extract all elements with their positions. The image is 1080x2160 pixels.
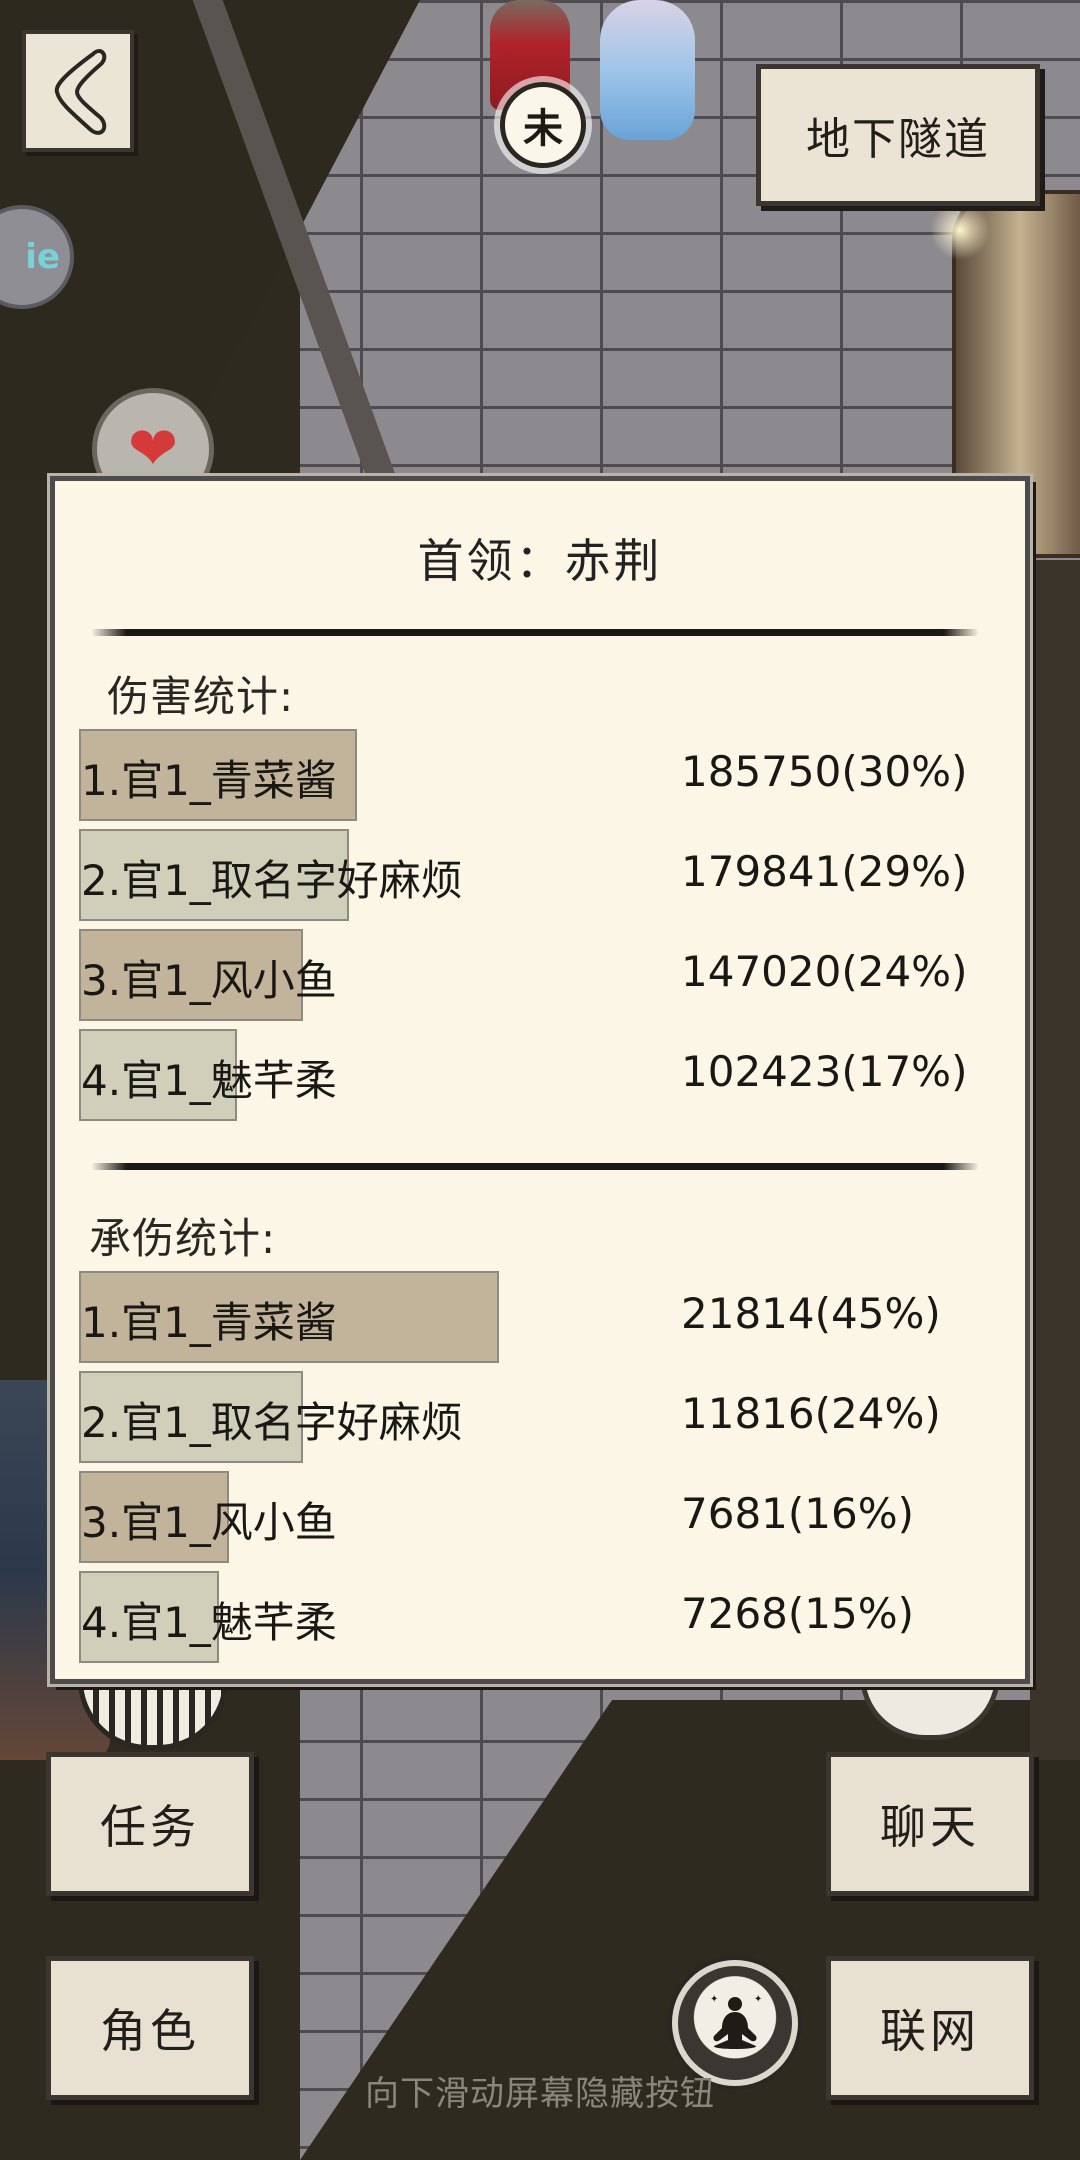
npc-blue-dressed[interactable] bbox=[600, 0, 695, 140]
chat-label: 聊天 bbox=[880, 1800, 980, 1854]
damage-row: 3.官1_风小鱼 147020(24%) bbox=[79, 929, 999, 1021]
boss-label: 首领： bbox=[417, 534, 565, 588]
damage-row: 2.官1_取名字好麻烦 179841(29%) bbox=[79, 829, 999, 921]
player-name: 1.官1_青菜酱 bbox=[81, 1298, 337, 1347]
damage-value: 147020(24%) bbox=[681, 947, 968, 996]
tank-value: 21814(45%) bbox=[681, 1289, 941, 1338]
npc-badge-glyph: 未 bbox=[523, 106, 563, 152]
player-name: 1.官1_青菜酱 bbox=[81, 756, 337, 805]
player-name: 2.官1_取名字好麻烦 bbox=[81, 1398, 463, 1447]
player-name: 4.官1_魅芊柔 bbox=[81, 1598, 337, 1647]
back-button[interactable] bbox=[22, 30, 134, 152]
damage-value: 102423(17%) bbox=[681, 1047, 968, 1096]
boss-name: 赤荆 bbox=[564, 534, 663, 588]
svg-text:✦: ✦ bbox=[710, 1994, 718, 2005]
damage-row: 4.官1_魅芊柔 102423(17%) bbox=[79, 1029, 999, 1121]
tank-value: 11816(24%) bbox=[681, 1389, 941, 1438]
dark-wall-right bbox=[1030, 560, 1080, 1760]
player-name: 3.官1_风小鱼 bbox=[81, 1498, 337, 1547]
divider-top bbox=[91, 629, 979, 636]
player-name: 4.官1_魅芊柔 bbox=[81, 1056, 337, 1105]
tank-stats-title: 承伤统计: bbox=[89, 1214, 277, 1263]
quest-label: 任务 bbox=[100, 1800, 200, 1854]
tank-value: 7268(15%) bbox=[681, 1589, 915, 1638]
heart-icon: ❤ bbox=[127, 414, 179, 484]
player-name: 3.官1_风小鱼 bbox=[81, 956, 337, 1005]
meditate-icon: ✦ ✦ bbox=[710, 1994, 762, 2049]
location-button[interactable]: 地下隧道 bbox=[756, 64, 1040, 206]
damage-value: 179841(29%) bbox=[681, 847, 968, 896]
tank-row: 4.官1_魅芊柔 7268(15%) bbox=[79, 1571, 999, 1663]
player-name: 2.官1_取名字好麻烦 bbox=[81, 856, 463, 905]
character-label: 角色 bbox=[100, 2004, 200, 2058]
svg-text:✦: ✦ bbox=[754, 1994, 762, 2005]
divider-middle bbox=[91, 1163, 979, 1170]
tank-value: 7681(16%) bbox=[681, 1489, 915, 1538]
network-label: 联网 bbox=[880, 2004, 980, 2058]
npc-badge[interactable]: 未 bbox=[500, 82, 586, 168]
tank-row: 3.官1_风小鱼 7681(16%) bbox=[79, 1471, 999, 1563]
damage-stats-title: 伤害统计: bbox=[107, 672, 295, 721]
boss-title: 首领：赤荆 bbox=[55, 525, 1025, 591]
boss-stats-panel: 首领：赤荆 伤害统计: 1.官1_青菜酱 185750(30%) 2.官1_取名… bbox=[50, 476, 1030, 1684]
quest-button[interactable]: 任务 bbox=[46, 1752, 254, 1896]
side-orb-text: ie bbox=[25, 237, 60, 277]
location-label: 地下隧道 bbox=[806, 114, 990, 165]
tank-row: 1.官1_青菜酱 21814(45%) bbox=[79, 1271, 999, 1363]
chat-button[interactable]: 聊天 bbox=[826, 1752, 1034, 1896]
tank-row: 2.官1_取名字好麻烦 11816(24%) bbox=[79, 1371, 999, 1463]
damage-value: 185750(30%) bbox=[681, 747, 968, 796]
hide-buttons-hint: 向下滑动屏幕隐藏按钮 bbox=[365, 2074, 715, 2114]
pillar-glow bbox=[930, 200, 990, 260]
chevron-left-icon bbox=[54, 49, 107, 135]
damage-row: 1.官1_青菜酱 185750(30%) bbox=[79, 729, 999, 821]
